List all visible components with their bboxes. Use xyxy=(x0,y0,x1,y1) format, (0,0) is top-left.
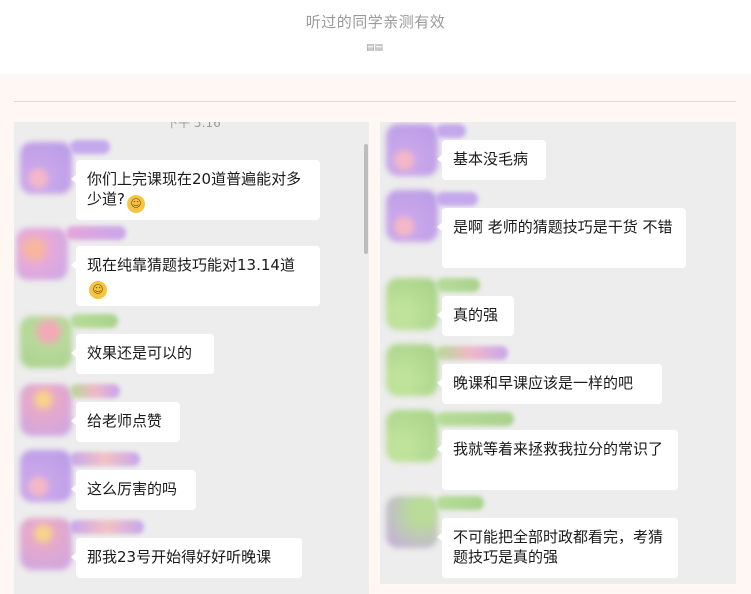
double-bar-icon: ▤▤ xyxy=(366,43,384,53)
laughing-tears-emoji-icon: ☺ xyxy=(89,281,107,299)
divider-line xyxy=(14,101,736,102)
message-bubble: 真的强 xyxy=(437,296,514,336)
message-text: 你们上完课现在20道普遍能对多少道? xyxy=(87,170,302,208)
message-bubble: 不可能把全部时政都看完，考猜题技巧是真的强 xyxy=(437,518,678,578)
avatar xyxy=(386,410,438,462)
sender-name-blurred xyxy=(66,226,126,240)
sender-name-blurred xyxy=(436,124,466,138)
avatar xyxy=(386,344,438,396)
avatar xyxy=(20,142,72,194)
avatar xyxy=(20,316,72,368)
message-bubble: 你们上完课现在20道普遍能对多少道? ☺ xyxy=(71,160,320,220)
message-bubble: 效果还是可以的 xyxy=(71,334,214,374)
sender-name-blurred xyxy=(70,452,140,466)
header: 听过的同学亲测有效 ▤▤ xyxy=(0,0,751,74)
message-bubble: 晚课和早课应该是一样的吧 xyxy=(437,364,662,404)
message-text: 我就等着来拯救我拉分的常识了 xyxy=(453,440,664,458)
chat-screenshot-left: 下午 5:16 你们上完课现在20道普遍能对多少道? ☺ 现在纯靠猜题技巧能对13… xyxy=(14,122,369,594)
avatar xyxy=(16,228,68,280)
message-text: 给老师点赞 xyxy=(87,412,163,430)
message-bubble: 我就等着来拯救我拉分的常识了 xyxy=(437,430,678,490)
message-text: 不可能把全部时政都看完，考猜题技巧是真的强 xyxy=(453,528,664,566)
sender-name-blurred xyxy=(436,192,478,206)
sender-name-blurred xyxy=(70,520,144,534)
message-bubble: 现在纯靠猜题技巧能对13.14道 ☺ xyxy=(71,246,320,306)
sender-name-blurred xyxy=(70,314,118,328)
chat-screenshot-right: 基本没毛病 是啊 老师的猜题技巧是干货 不错 真的强 晚课和早课应该是一样的吧 … xyxy=(380,122,736,584)
avatar xyxy=(20,450,72,502)
message-text: 现在纯靠猜题技巧能对13.14道 xyxy=(87,256,295,274)
avatar xyxy=(386,190,438,242)
avatar xyxy=(20,518,72,570)
sender-name-blurred xyxy=(436,412,514,426)
avatar xyxy=(386,124,438,176)
message-text: 基本没毛病 xyxy=(453,150,529,168)
laughing-tears-emoji-icon: ☺ xyxy=(126,195,145,213)
avatar xyxy=(386,278,438,330)
sender-name-blurred xyxy=(70,140,110,154)
avatar xyxy=(20,384,72,436)
scrollbar[interactable] xyxy=(364,144,368,254)
sender-name-blurred xyxy=(436,496,484,510)
message-text: 真的强 xyxy=(453,306,499,324)
message-text: 晚课和早课应该是一样的吧 xyxy=(453,374,634,392)
message-text: 是啊 老师的猜题技巧是干货 不错 xyxy=(453,218,673,236)
sender-name-blurred xyxy=(436,278,480,292)
message-bubble: 给老师点赞 xyxy=(71,402,180,442)
sender-name-blurred xyxy=(436,346,508,360)
message-bubble: 这么厉害的吗 xyxy=(71,470,196,510)
message-text: 效果还是可以的 xyxy=(87,344,193,362)
page-title: 听过的同学亲测有效 xyxy=(305,13,446,31)
avatar xyxy=(386,496,438,548)
message-bubble: 那我23号开始得好好听晚课 xyxy=(71,538,302,578)
message-text: 那我23号开始得好好听晚课 xyxy=(87,548,272,566)
message-text: 这么厉害的吗 xyxy=(87,480,178,498)
timestamp: 下午 5:16 xyxy=(166,122,221,130)
message-bubble: 是啊 老师的猜题技巧是干货 不错 xyxy=(437,208,686,268)
message-bubble: 基本没毛病 xyxy=(437,140,546,180)
sender-name-blurred xyxy=(70,384,120,398)
